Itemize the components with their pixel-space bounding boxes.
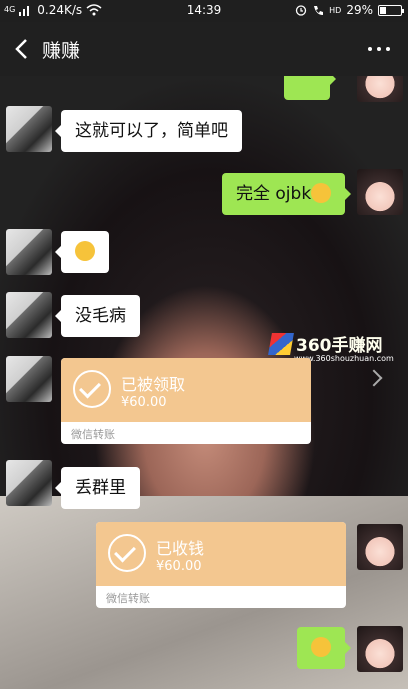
ok-hand-emoji-icon	[311, 637, 331, 657]
laughing-crying-emoji-icon	[311, 183, 332, 203]
chevron-right-icon	[365, 369, 383, 387]
contact-avatar[interactable]	[6, 229, 52, 275]
status-right: HD 29%	[295, 3, 404, 17]
message-bubble[interactable]: 没毛病	[55, 295, 140, 337]
chat-header: 赚赚	[0, 22, 408, 76]
battery-fill	[380, 6, 387, 14]
smirk-emoji-icon	[75, 241, 95, 261]
chat-area[interactable]: 这就可以了，简单吧 完全 ojbk 没毛病 360手赚网 www.360shou…	[0, 76, 408, 689]
message-bubble[interactable]: 这就可以了，简单吧	[55, 110, 242, 152]
transfer-status: 已收钱	[156, 539, 205, 558]
chat-title: 赚赚	[42, 40, 81, 62]
transfer-card[interactable]: 已收钱 ¥60.00 微信转账	[96, 522, 346, 608]
message-bubble[interactable]	[55, 231, 109, 273]
transfer-card[interactable]: 已被领取 ¥60.00 微信转账	[61, 358, 311, 444]
watermark-logo-icon	[268, 332, 294, 355]
battery-percent: 29%	[346, 3, 373, 17]
message-text: 完全 ojbk	[236, 184, 312, 204]
my-avatar[interactable]	[357, 626, 403, 672]
volte-label: HD	[329, 5, 342, 15]
contact-avatar[interactable]	[6, 292, 52, 338]
battery-icon	[378, 4, 404, 16]
check-circle-icon	[73, 370, 111, 408]
watermark-brand: 360手赚网	[296, 336, 383, 356]
chevron-left-icon[interactable]	[10, 35, 36, 63]
alarm-icon	[295, 5, 307, 16]
my-avatar[interactable]	[357, 76, 403, 102]
transfer-footer: 微信转账	[71, 428, 115, 441]
my-avatar[interactable]	[357, 524, 403, 570]
check-circle-icon	[108, 534, 146, 572]
transfer-footer: 微信转账	[106, 592, 150, 605]
my-avatar[interactable]	[357, 169, 403, 215]
transfer-amount: ¥60.00	[121, 395, 167, 410]
message-bubble[interactable]	[297, 627, 351, 669]
status-bar: 4G 0.24K/s 14:39 HD 29%	[0, 0, 408, 22]
contact-avatar[interactable]	[6, 106, 52, 152]
more-dots-icon[interactable]	[368, 39, 394, 59]
transfer-status: 已被领取	[121, 375, 186, 394]
hd-call-icon	[314, 6, 324, 15]
message-bubble-partial[interactable]	[284, 76, 336, 100]
contact-avatar[interactable]	[6, 460, 52, 506]
contact-avatar[interactable]	[6, 356, 52, 402]
transfer-amount: ¥60.00	[156, 559, 202, 574]
message-bubble[interactable]: 丢群里	[55, 467, 140, 509]
message-bubble[interactable]: 完全 ojbk	[222, 173, 352, 215]
